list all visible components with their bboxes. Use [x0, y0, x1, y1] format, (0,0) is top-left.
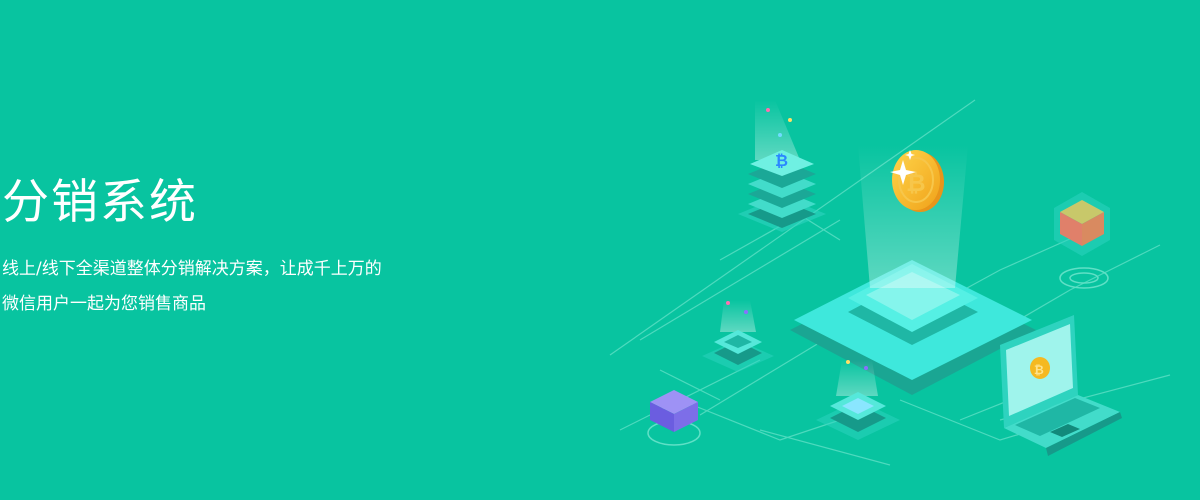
distribution-network-illustration: ₿ ₿ ₿ — [609, 99, 1171, 466]
page-title: 分销系统 — [2, 175, 198, 230]
bitcoin-icon: ₿ — [775, 151, 788, 170]
hero-description-line-2: 微信用户一起为您销售商品 — [2, 294, 206, 314]
hero-description: 线上/线下全渠道整体分销解决方案，让成千上万的 微信用户一起为您销售商品 — [2, 252, 562, 322]
hero-banner: 分销系统 线上/线下全渠道整体分销解决方案，让成千上万的 微信用户一起为您销售商… — [0, 0, 1200, 500]
hero-description-line-1: 线上/线下全渠道整体分销解决方案，让成千上万的 — [2, 259, 382, 279]
bitcoin-icon: ₿ — [1034, 363, 1044, 377]
server-stack: ₿ — [738, 100, 826, 232]
hero-text: 分销系统 线上/线下全渠道整体分销解决方案，让成千上万的 微信用户一起为您销售商… — [2, 172, 562, 322]
small-node-left — [702, 300, 774, 372]
purple-cube — [647, 390, 701, 446]
